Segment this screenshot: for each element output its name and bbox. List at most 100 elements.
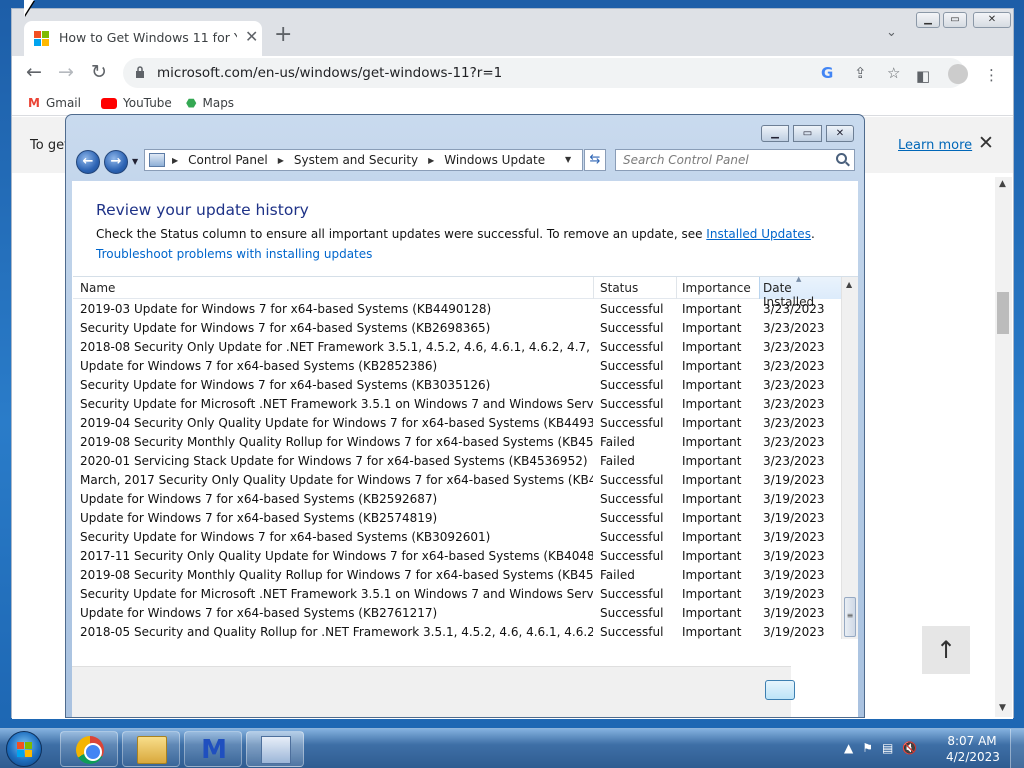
update-name: March, 2017 Security Only Quality Update… [80,473,593,487]
control-panel-icon [149,153,165,167]
taskbar-explorer[interactable] [122,731,180,767]
address-bar[interactable]: microsoft.com/en-us/windows/get-windows-… [123,58,965,88]
dialog-footer [72,666,795,717]
update-importance: Important [682,587,742,601]
reload-icon[interactable]: ↻ [91,61,107,83]
cp-forward-button[interactable]: → [104,150,128,174]
bookmark-gmail[interactable]: M Gmail [28,96,81,110]
breadcrumb-system-security[interactable]: System and Security [294,153,418,168]
tray-expand-icon[interactable]: ▲ [844,741,853,755]
update-name: Security Update for Microsoft .NET Frame… [80,397,593,411]
back-to-top-button[interactable]: ↑ [922,626,970,674]
table-row[interactable]: 2019-03 Update for Windows 7 for x64-bas… [73,300,841,319]
learn-more-link[interactable]: Learn more [898,138,972,153]
table-row[interactable]: Update for Windows 7 for x64-based Syste… [73,490,841,509]
table-row[interactable]: Security Update for Microsoft .NET Frame… [73,585,841,604]
update-importance: Important [682,435,742,449]
maximize-button[interactable]: ▭ [943,12,967,28]
table-scroll-thumb[interactable]: ≡ [844,597,856,637]
new-tab-icon[interactable]: + [274,22,292,47]
clock[interactable]: 8:07 AM 4/2/2023 [946,733,1000,765]
cp-refresh-button[interactable]: ⇆ [584,149,606,171]
update-name: 2019-08 Security Monthly Quality Rollup … [80,568,593,582]
close-button[interactable]: ✕ [973,12,1011,28]
column-name[interactable]: Name [80,281,115,295]
update-name: Security Update for Microsoft .NET Frame… [80,587,593,601]
update-date: 3/19/2023 [763,568,825,582]
volume-icon[interactable]: 🔇 [902,741,917,755]
table-row[interactable]: Security Update for Windows 7 for x64-ba… [73,319,841,338]
table-row[interactable]: Update for Windows 7 for x64-based Syste… [73,357,841,376]
table-row[interactable]: 2018-05 Security and Quality Rollup for … [73,623,841,642]
update-status: Successful [600,606,664,620]
breadcrumb-windows-update[interactable]: Windows Update [444,153,545,168]
table-scroll-up-icon[interactable]: ▲ [846,280,852,289]
taskbar: M ▲ ⚑ ▤ 🔇 8:07 AM 4/2/2023 [0,728,1024,768]
bookmark-maps[interactable]: ⬣ Maps [186,96,234,110]
taskbar-chrome[interactable] [60,731,118,767]
back-icon[interactable]: ← [26,61,42,83]
scroll-thumb[interactable] [997,292,1009,334]
cp-maximize-button[interactable]: ▭ [793,125,822,142]
installed-updates-link[interactable]: Installed Updates [706,227,811,241]
ok-button[interactable] [765,680,795,700]
troubleshoot-link[interactable]: Troubleshoot problems with installing up… [96,247,372,261]
banner-close-icon[interactable]: ✕ [978,132,994,154]
update-importance: Important [682,530,742,544]
table-row[interactable]: Security Update for Microsoft .NET Frame… [73,395,841,414]
breadcrumb-control-panel[interactable]: Control Panel [188,153,268,168]
update-date: 3/19/2023 [763,511,825,525]
page-scrollbar[interactable]: ▲ ▼ [995,177,1012,717]
taskbar-control-panel[interactable] [246,731,304,767]
table-row[interactable]: 2019-08 Security Monthly Quality Rollup … [73,433,841,452]
table-row[interactable]: 2017-11 Security Only Quality Update for… [73,547,841,566]
profile-icon[interactable] [948,64,968,84]
star-icon[interactable]: ☆ [887,64,900,82]
column-importance[interactable]: Importance [682,281,751,295]
share-icon[interactable]: ⇪ [854,64,867,82]
table-row[interactable]: 2018-08 Security Only Update for .NET Fr… [73,338,841,357]
column-status[interactable]: Status [600,281,638,295]
network-icon[interactable]: ▤ [882,741,893,755]
update-date: 3/23/2023 [763,378,825,392]
menu-icon[interactable]: ⋮ [984,66,999,84]
table-row[interactable]: 2020-01 Servicing Stack Update for Windo… [73,452,841,471]
update-importance: Important [682,321,742,335]
show-desktop-button[interactable] [1010,729,1024,768]
forward-icon[interactable]: → [58,61,74,83]
browser-tab[interactable]: How to Get Windows 11 for Your ✕ [24,21,262,56]
table-row[interactable]: March, 2017 Security Only Quality Update… [73,471,841,490]
bookmark-youtube[interactable]: YouTube [101,96,172,110]
action-center-icon[interactable]: ⚑ [862,741,873,755]
update-date: 3/19/2023 [763,587,825,601]
update-date: 3/23/2023 [763,454,825,468]
cp-address-bar[interactable]: ▶ Control Panel ▶ System and Security ▶ … [144,149,583,171]
table-row[interactable]: Security Update for Windows 7 for x64-ba… [73,528,841,547]
sidepanel-icon[interactable]: ◧ [916,67,930,85]
scroll-up-icon[interactable]: ▲ [999,179,1006,189]
table-row[interactable]: Security Update for Windows 7 for x64-ba… [73,376,841,395]
cp-close-button[interactable]: ✕ [826,125,854,142]
update-date: 3/23/2023 [763,397,825,411]
cp-search-input[interactable]: Search Control Panel [615,149,855,171]
taskbar-malwarebytes[interactable]: M [184,731,242,767]
cp-back-button[interactable]: ← [76,150,100,174]
scroll-down-icon[interactable]: ▼ [999,703,1006,713]
start-orb-icon[interactable] [6,731,42,767]
tab-close-icon[interactable]: ✕ [245,27,258,46]
minimize-button[interactable]: ▁ [916,12,940,28]
table-row[interactable]: Update for Windows 7 for x64-based Syste… [73,509,841,528]
address-dropdown-icon[interactable]: ▼ [565,155,571,164]
search-icon[interactable] [836,153,847,164]
cp-minimize-button[interactable]: ▁ [761,125,789,142]
table-scrollbar[interactable]: ▲ ≡ [841,277,858,639]
tab-search-icon[interactable]: ⌄ [886,25,897,40]
control-panel-taskbar-icon [261,736,291,764]
update-date: 3/19/2023 [763,625,825,639]
update-date: 3/23/2023 [763,416,825,430]
google-icon[interactable]: G [821,64,833,82]
table-row[interactable]: 2019-04 Security Only Quality Update for… [73,414,841,433]
recent-pages-icon[interactable]: ▼ [132,157,138,166]
table-row[interactable]: 2019-08 Security Monthly Quality Rollup … [73,566,841,585]
table-row[interactable]: Update for Windows 7 for x64-based Syste… [73,604,841,623]
